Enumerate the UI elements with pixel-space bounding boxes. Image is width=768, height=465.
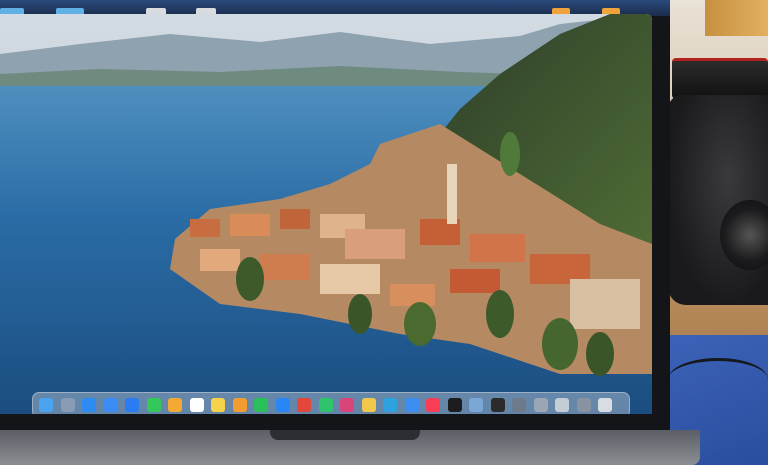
terminal-icon[interactable] bbox=[490, 398, 505, 412]
music-icon[interactable] bbox=[426, 398, 440, 412]
trash-icon[interactable] bbox=[598, 398, 612, 412]
app-generic-icon[interactable] bbox=[297, 398, 311, 412]
keynote-icon[interactable] bbox=[275, 398, 290, 412]
dock bbox=[32, 392, 630, 414]
camera-strap bbox=[672, 58, 768, 99]
slack-icon[interactable] bbox=[340, 398, 354, 412]
facetime-icon[interactable] bbox=[318, 398, 333, 412]
window-thumb-icon[interactable] bbox=[576, 398, 591, 412]
calendar-icon[interactable] bbox=[189, 398, 204, 412]
tv-icon[interactable] bbox=[447, 398, 462, 412]
window-thumb-icon[interactable] bbox=[512, 398, 526, 412]
safari-icon[interactable] bbox=[82, 398, 96, 412]
launchpad-icon[interactable] bbox=[60, 398, 75, 412]
numbers-icon[interactable] bbox=[254, 398, 268, 412]
laptop-notch bbox=[270, 430, 420, 440]
window-thumb-icon[interactable] bbox=[533, 398, 548, 412]
mail-icon[interactable] bbox=[103, 398, 118, 412]
lake-town-wallpaper bbox=[0, 14, 652, 414]
messages-icon[interactable] bbox=[146, 398, 161, 412]
window-thumb-icon[interactable] bbox=[555, 398, 569, 412]
pages-icon[interactable] bbox=[232, 398, 247, 412]
app-store-icon[interactable] bbox=[125, 398, 139, 412]
laptop-screen bbox=[0, 14, 652, 414]
xcode-icon[interactable] bbox=[404, 398, 419, 412]
notes-icon[interactable] bbox=[211, 398, 225, 412]
telegram-icon[interactable] bbox=[383, 398, 397, 412]
laptop-base bbox=[0, 430, 700, 465]
preview-icon[interactable] bbox=[469, 398, 483, 412]
photos-icon[interactable] bbox=[168, 398, 182, 412]
finder-icon[interactable] bbox=[39, 398, 53, 412]
chrome-icon[interactable] bbox=[361, 398, 376, 412]
cable bbox=[668, 358, 768, 401]
cardboard-box bbox=[705, 0, 768, 36]
